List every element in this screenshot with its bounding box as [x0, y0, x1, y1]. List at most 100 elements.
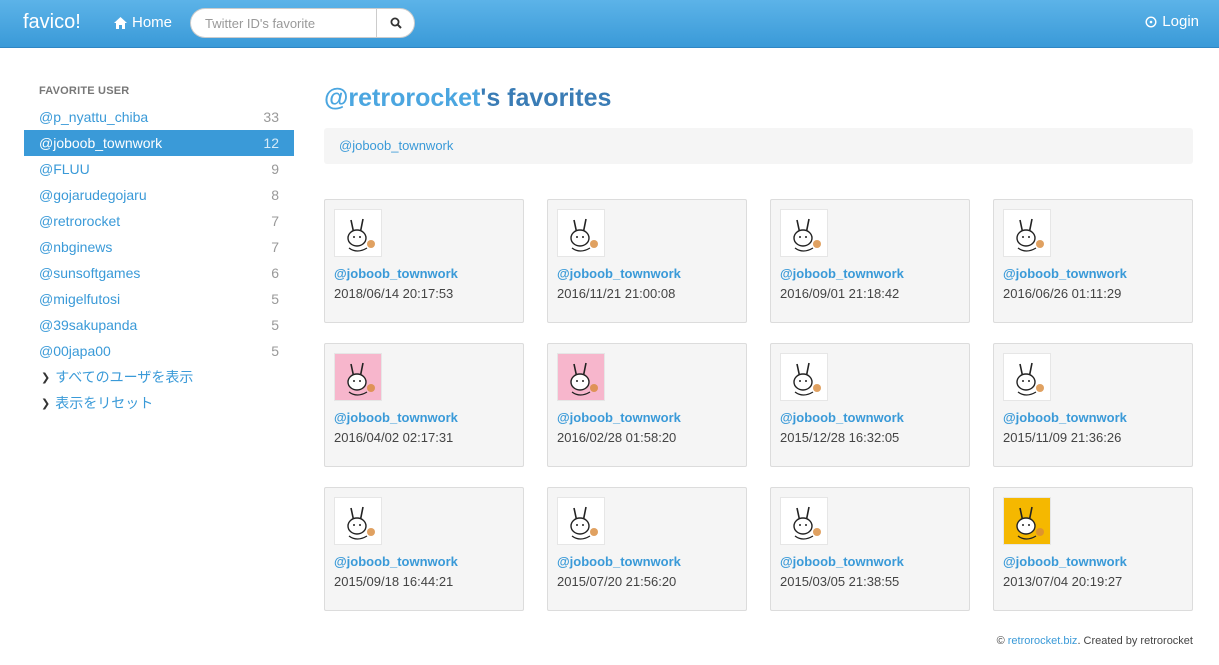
- sidebar-user-name: @joboob_townwork: [39, 135, 163, 151]
- top-navbar: favico! Home Login: [0, 0, 1219, 48]
- footer: © retrorocket.biz. Created by retrorocke…: [997, 635, 1193, 647]
- login-label: Login: [1162, 13, 1199, 30]
- sidebar-user-name: @p_nyattu_chiba: [39, 109, 149, 125]
- sidebar-user-name: @sunsoftgames: [39, 265, 141, 281]
- favorite-card[interactable]: @joboob_townwork 2015/07/20 21:56:20: [547, 487, 747, 611]
- sidebar-user-item[interactable]: @00japa00 5: [24, 338, 294, 364]
- favorite-card[interactable]: @joboob_townwork 2016/02/28 01:58:20: [547, 343, 747, 467]
- page-title: @retrorocket's favorites: [324, 84, 611, 113]
- sidebar-user-count: 6: [271, 265, 279, 281]
- tweet-image-thumbnail[interactable]: [557, 497, 605, 545]
- card-timestamp: 2015/12/28 16:32:05: [780, 430, 900, 445]
- sidebar-user-name: @nbginews: [39, 239, 113, 255]
- rabbit-illustration-icon: [793, 218, 821, 252]
- tweet-image-thumbnail[interactable]: [1003, 353, 1051, 401]
- card-user-link[interactable]: @joboob_townwork: [1003, 554, 1127, 569]
- title-suffix: 's favorites: [480, 84, 612, 112]
- user-list: @p_nyattu_chiba 33 @joboob_townwork 12 @FLUU…: [24, 104, 294, 364]
- card-user-link[interactable]: @joboob_townwork: [1003, 266, 1127, 281]
- footer-credit: . Created by retrorocket: [1077, 635, 1193, 647]
- sidebar-user-name: @gojarudegojaru: [39, 187, 147, 203]
- tweet-image-thumbnail[interactable]: [1003, 497, 1051, 545]
- footer-site-link[interactable]: retrorocket.biz: [1008, 635, 1078, 647]
- tweet-image-thumbnail[interactable]: [780, 497, 828, 545]
- tweet-image-thumbnail[interactable]: [780, 209, 828, 257]
- sidebar-header: FAVORITE USER: [39, 85, 130, 97]
- card-user-link[interactable]: @joboob_townwork: [334, 554, 458, 569]
- sidebar-user-count: 7: [271, 213, 279, 229]
- rabbit-illustration-icon: [1016, 362, 1044, 396]
- favorite-card[interactable]: @joboob_townwork 2015/03/05 21:38:55: [770, 487, 970, 611]
- sidebar-user-item[interactable]: @sunsoftgames 6: [24, 260, 294, 286]
- tweet-image-thumbnail[interactable]: [334, 209, 382, 257]
- favorite-card[interactable]: @joboob_townwork 2013/07/04 20:19:27: [993, 487, 1193, 611]
- card-timestamp: 2016/06/26 01:11:29: [1003, 286, 1122, 301]
- sidebar-user-item[interactable]: @gojarudegojaru 8: [24, 182, 294, 208]
- favorite-card[interactable]: @joboob_townwork 2016/04/02 02:17:31: [324, 343, 524, 467]
- sidebar-user-name: @FLUU: [39, 161, 90, 177]
- card-user-link[interactable]: @joboob_townwork: [557, 554, 681, 569]
- favorite-card[interactable]: @joboob_townwork 2016/11/21 21:00:08: [547, 199, 747, 323]
- favorite-card[interactable]: @joboob_townwork 2016/06/26 01:11:29: [993, 199, 1193, 323]
- sidebar-user-item[interactable]: @joboob_townwork 12: [24, 130, 294, 156]
- rabbit-illustration-icon: [1016, 506, 1044, 540]
- sidebar-user-item[interactable]: @39sakupanda 5: [24, 312, 294, 338]
- sidebar-user-name: @00japa00: [39, 343, 111, 359]
- sidebar-user-count: 5: [271, 343, 279, 359]
- tweet-image-thumbnail[interactable]: [780, 353, 828, 401]
- tweet-image-thumbnail[interactable]: [557, 209, 605, 257]
- card-user-link[interactable]: @joboob_townwork: [334, 410, 458, 425]
- reset-view-link[interactable]: ❯ 表示をリセット: [24, 390, 294, 416]
- sidebar-links: ❯ すべてのユーザを表示 ❯ 表示をリセット: [24, 364, 294, 416]
- login-link[interactable]: Login: [1145, 13, 1199, 30]
- search-input[interactable]: [190, 8, 376, 38]
- show-all-users-link[interactable]: ❯ すべてのユーザを表示: [24, 364, 294, 390]
- copyright-symbol: ©: [996, 635, 1005, 647]
- card-timestamp: 2018/06/14 20:17:53: [334, 286, 454, 301]
- search-icon: [390, 17, 402, 29]
- tweet-image-thumbnail[interactable]: [334, 497, 382, 545]
- sidebar-user-item[interactable]: @FLUU 9: [24, 156, 294, 182]
- home-icon: [114, 16, 127, 29]
- card-timestamp: 2015/07/20 21:56:20: [557, 574, 677, 589]
- home-link[interactable]: Home: [114, 14, 172, 31]
- sidebar-user-item[interactable]: @p_nyattu_chiba 33: [24, 104, 294, 130]
- rabbit-illustration-icon: [793, 506, 821, 540]
- rabbit-illustration-icon: [570, 506, 598, 540]
- rabbit-illustration-icon: [793, 362, 821, 396]
- favorite-card[interactable]: @joboob_townwork 2018/06/14 20:17:53: [324, 199, 524, 323]
- card-user-link[interactable]: @joboob_townwork: [334, 266, 458, 281]
- sidebar-user-count: 5: [271, 317, 279, 333]
- home-label: Home: [132, 14, 173, 31]
- tweet-image-thumbnail[interactable]: [557, 353, 605, 401]
- favorite-card[interactable]: @joboob_townwork 2015/12/28 16:32:05: [770, 343, 970, 467]
- search-button[interactable]: [376, 8, 415, 38]
- card-user-link[interactable]: @joboob_townwork: [780, 554, 904, 569]
- sidebar-link-label: 表示をリセット: [55, 395, 154, 411]
- card-user-link[interactable]: @joboob_townwork: [557, 410, 681, 425]
- tweet-image-thumbnail[interactable]: [334, 353, 382, 401]
- filter-user-link[interactable]: @joboob_townwork: [339, 138, 453, 153]
- card-user-link[interactable]: @joboob_townwork: [1003, 410, 1127, 425]
- rabbit-illustration-icon: [1016, 218, 1044, 252]
- card-timestamp: 2016/09/01 21:18:42: [780, 286, 900, 301]
- rabbit-illustration-icon: [347, 506, 375, 540]
- filter-breadcrumb: @joboob_townwork: [324, 128, 1193, 164]
- sidebar-user-item[interactable]: @nbginews 7: [24, 234, 294, 260]
- chevron-right-icon: ❯: [41, 397, 51, 410]
- rabbit-illustration-icon: [570, 362, 598, 396]
- title-handle[interactable]: @retrorocket: [324, 84, 480, 112]
- brand-logo[interactable]: favico!: [23, 11, 81, 34]
- favorite-card[interactable]: @joboob_townwork 2016/09/01 21:18:42: [770, 199, 970, 323]
- card-user-link[interactable]: @joboob_townwork: [780, 410, 904, 425]
- card-user-link[interactable]: @joboob_townwork: [780, 266, 904, 281]
- sidebar-user-count: 9: [271, 161, 279, 177]
- card-user-link[interactable]: @joboob_townwork: [557, 266, 681, 281]
- sidebar-user-item[interactable]: @migelfutosi 5: [24, 286, 294, 312]
- sidebar-user-item[interactable]: @retrorocket 7: [24, 208, 294, 234]
- favorite-user-sidebar: FAVORITE USER @p_nyattu_chiba 33 @joboob_t…: [24, 84, 294, 416]
- favorite-card[interactable]: @joboob_townwork 2015/09/18 16:44:21: [324, 487, 524, 611]
- card-timestamp: 2015/03/05 21:38:55: [780, 574, 900, 589]
- favorite-card[interactable]: @joboob_townwork 2015/11/09 21:36:26: [993, 343, 1193, 467]
- tweet-image-thumbnail[interactable]: [1003, 209, 1051, 257]
